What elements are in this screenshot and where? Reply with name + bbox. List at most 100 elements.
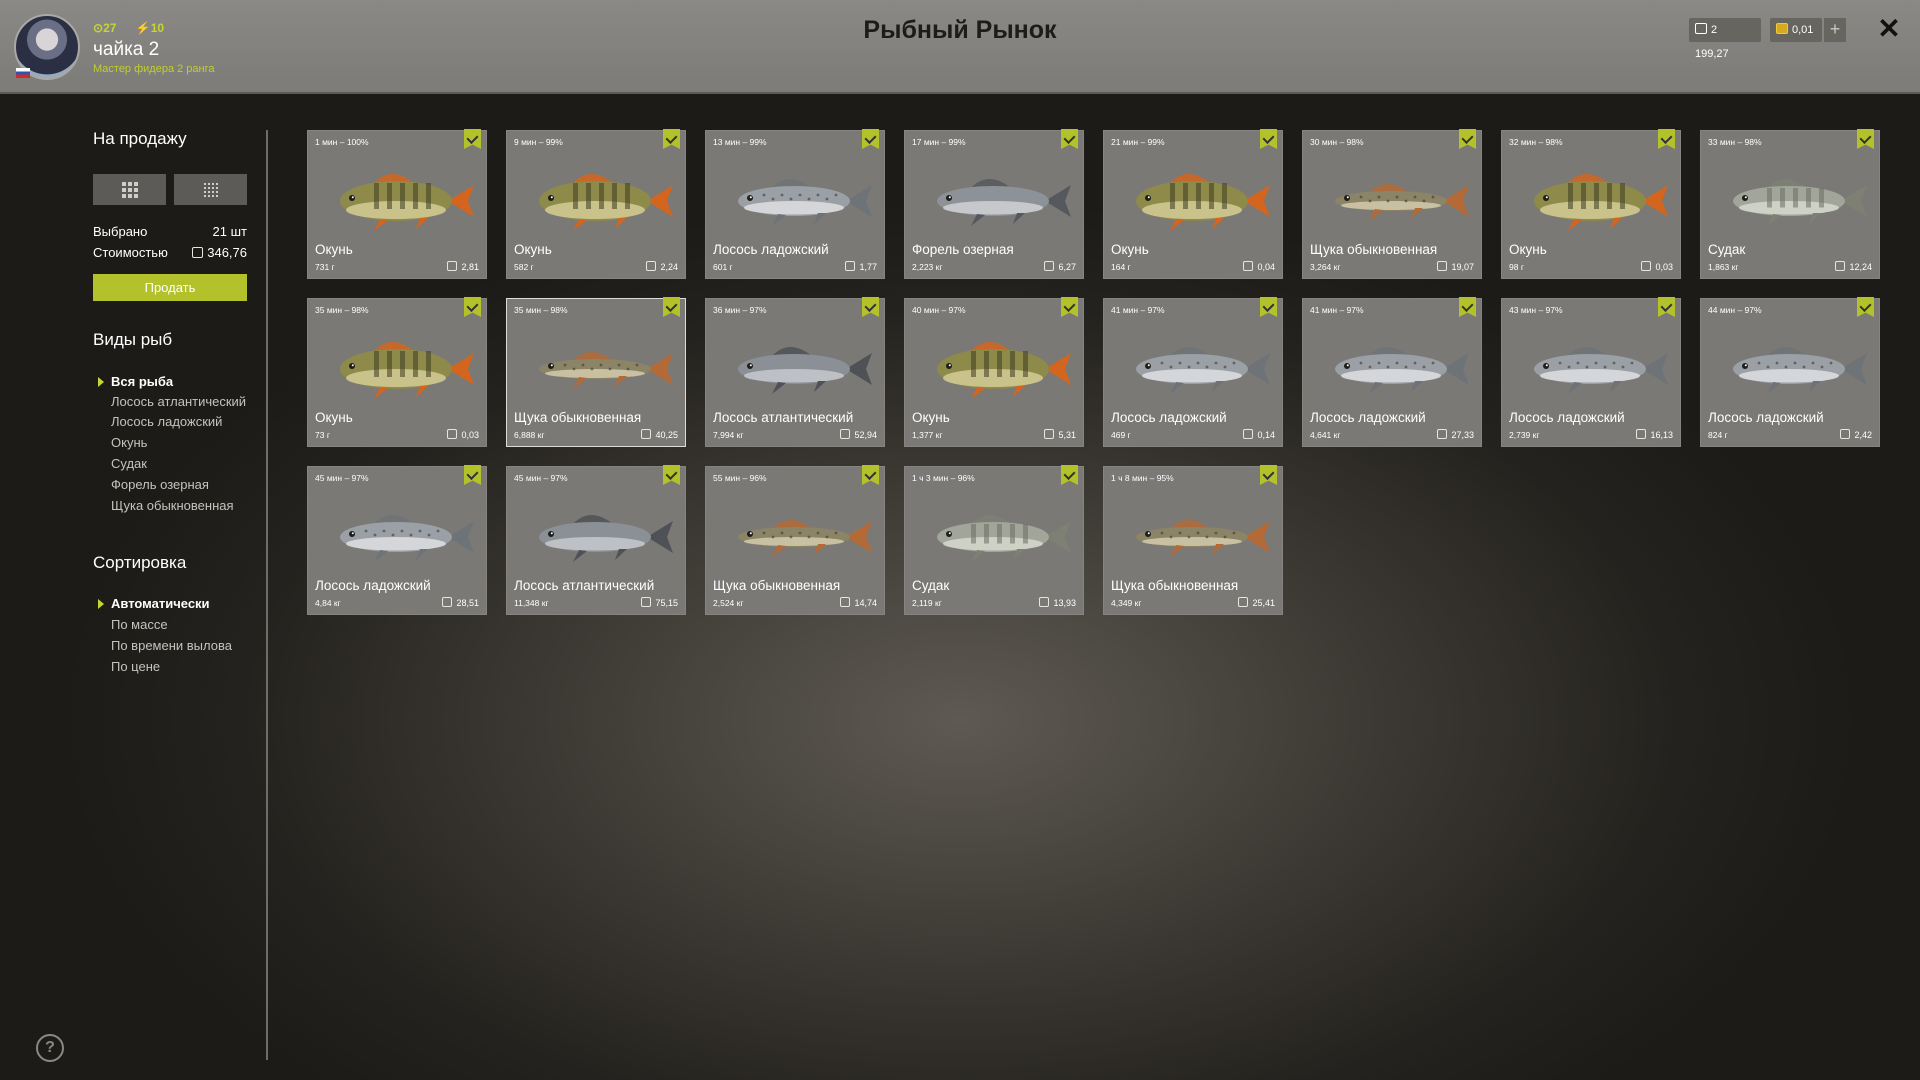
sort-option-catch-time[interactable]: По времени вылова — [111, 638, 232, 653]
selected-checkmark-icon[interactable] — [1658, 297, 1675, 317]
fish-weight: 2,739 кг — [1509, 430, 1540, 440]
fish-price-value: 5,31 — [1058, 430, 1076, 440]
selected-checkmark-icon[interactable] — [1857, 129, 1874, 149]
selected-checkmark-icon[interactable] — [464, 297, 481, 317]
selected-checkmark-icon[interactable] — [1260, 297, 1277, 317]
fish-price: 14,74 — [840, 597, 877, 608]
fish-card[interactable]: 45 мин – 97% Лосось ладожский 4,84 кг 28,51 — [307, 465, 487, 615]
fish-name: Щука обыкновенная — [1310, 242, 1438, 257]
fish-weight: 824 г — [1708, 430, 1728, 440]
fish-price-value: 2,81 — [461, 262, 479, 272]
fish-price: 2,42 — [1840, 429, 1872, 440]
fish-price: 12,24 — [1835, 261, 1872, 272]
fish-card[interactable]: 41 мин – 97% Лосось ладожский 4,641 кг 27,3… — [1302, 297, 1482, 447]
add-currency-button[interactable]: + — [1824, 18, 1846, 42]
selected-label: Выбрано — [93, 224, 148, 239]
selected-checkmark-icon[interactable] — [862, 297, 879, 317]
coin-icon — [840, 429, 851, 439]
species-filter-atlantic-salmon[interactable]: Лосось атлантический — [111, 395, 251, 408]
sort-option-auto[interactable]: Автоматически — [98, 596, 232, 611]
fish-card[interactable]: 17 мин – 99% Форель озерная 2,223 кг 6,27 — [904, 129, 1084, 279]
silver-coin-icon — [1695, 23, 1707, 34]
fish-card[interactable]: 35 мин – 98% Окунь 73 г 0,03 — [307, 297, 487, 447]
close-button[interactable]: ✕ — [1874, 14, 1904, 44]
selected-checkmark-icon[interactable] — [1459, 129, 1476, 149]
fish-card[interactable]: 13 мин – 99% Лосось ладожский 601 г 1,77 — [705, 129, 885, 279]
fish-price: 0,03 — [447, 429, 479, 440]
selected-checkmark-icon[interactable] — [862, 465, 879, 485]
coin-icon — [1641, 261, 1652, 271]
fish-name: Лосось ладожский — [1111, 410, 1227, 425]
small-grid-view-button[interactable] — [174, 174, 247, 205]
fish-card[interactable]: 32 мин – 98% Окунь 98 г 0,03 — [1501, 129, 1681, 279]
fish-card[interactable]: 36 мин – 97% Лосось атлантический 7,994 кг… — [705, 297, 885, 447]
fish-card[interactable]: 40 мин – 97% Окунь 1,377 кг 5,31 — [904, 297, 1084, 447]
selected-checkmark-icon[interactable] — [1061, 465, 1078, 485]
species-filter-list: Вся рыба Лосось атлантический Лосось лад… — [98, 374, 251, 519]
catch-time: 41 мин – 97% — [1310, 305, 1364, 315]
selected-checkmark-icon[interactable] — [1658, 129, 1675, 149]
species-filter-ladoga-salmon[interactable]: Лосось ладожский — [111, 414, 251, 429]
sell-button[interactable]: Продать — [93, 274, 247, 301]
fish-card[interactable]: 1 ч 3 мин – 96% Судак 2,119 кг 13,93 — [904, 465, 1084, 615]
fish-price: 27,33 — [1437, 429, 1474, 440]
fish-price: 1,77 — [845, 261, 877, 272]
species-filter-perch[interactable]: Окунь — [111, 435, 251, 450]
fish-weight: 11,348 кг — [514, 598, 549, 608]
selected-checkmark-icon[interactable] — [663, 297, 680, 317]
selected-checkmark-icon[interactable] — [1260, 465, 1277, 485]
fish-name: Лосось ладожский — [1509, 410, 1625, 425]
species-filter-zander[interactable]: Судак — [111, 456, 251, 471]
fish-price: 13,93 — [1039, 597, 1076, 608]
sort-option-mass[interactable]: По массе — [111, 617, 232, 632]
fish-image-salmon — [1335, 347, 1469, 394]
sort-option-price[interactable]: По цене — [111, 659, 232, 674]
selected-checkmark-icon[interactable] — [464, 465, 481, 485]
fish-card[interactable]: 55 мин – 96% Щука обыкновенная 2,524 кг 14,… — [705, 465, 885, 615]
selected-checkmark-icon[interactable] — [1061, 297, 1078, 317]
silver-balance: 2 199,27 — [1689, 18, 1761, 60]
fish-card[interactable]: 41 мин – 97% Лосось ладожский 469 г 0,14 — [1103, 297, 1283, 447]
fish-card[interactable]: 45 мин – 97% Лосось атлантический 11,348 к… — [506, 465, 686, 615]
fish-card[interactable]: 44 мин – 97% Лосось ладожский 824 г 2,42 — [1700, 297, 1880, 447]
fish-name: Лосось ладожский — [1708, 410, 1824, 425]
catch-time: 35 мин – 98% — [315, 305, 369, 315]
species-filter-all[interactable]: Вся рыба — [98, 374, 251, 389]
fish-card[interactable]: 21 мин – 99% Окунь 164 г 0,04 — [1103, 129, 1283, 279]
species-filter-lake-trout[interactable]: Форель озерная — [111, 477, 251, 492]
fish-name: Окунь — [514, 242, 552, 257]
selected-checkmark-icon[interactable] — [1459, 297, 1476, 317]
fish-card[interactable]: 1 ч 8 мин – 95% Щука обыкновенная 4,349 кг… — [1103, 465, 1283, 615]
fish-price: 52,94 — [840, 429, 877, 440]
fish-card[interactable]: 43 мин – 97% Лосось ладожский 2,739 кг 16,1… — [1501, 297, 1681, 447]
selected-checkmark-icon[interactable] — [862, 129, 879, 149]
coin-icon — [1636, 429, 1647, 439]
help-icon[interactable]: ? — [36, 1034, 64, 1062]
catch-time: 45 мин – 97% — [514, 473, 568, 483]
fish-weight: 2,524 кг — [713, 598, 744, 608]
selected-checkmark-icon[interactable] — [464, 129, 481, 149]
fish-card[interactable]: 9 мин – 99% Окунь 582 г 2,24 — [506, 129, 686, 279]
fish-weight: 98 г — [1509, 262, 1524, 272]
large-grid-view-button[interactable] — [93, 174, 166, 205]
fish-image-salmon — [738, 179, 872, 226]
catch-time: 41 мин – 97% — [1111, 305, 1165, 315]
selected-checkmark-icon[interactable] — [1260, 129, 1277, 149]
fish-name: Щука обыкновенная — [1111, 578, 1239, 593]
selected-checkmark-icon[interactable] — [663, 129, 680, 149]
fish-card[interactable]: 30 мин – 98% Щука обыкновенная 3,264 кг 19,… — [1302, 129, 1482, 279]
selected-checkmark-icon[interactable] — [663, 465, 680, 485]
gold-balance: 0,01 — [1770, 18, 1822, 42]
selected-checkmark-icon[interactable] — [1857, 297, 1874, 317]
selected-checkmark-icon[interactable] — [1061, 129, 1078, 149]
fish-card[interactable]: 33 мин – 98% Судак 1,863 кг 12,24 — [1700, 129, 1880, 279]
fish-card[interactable]: 1 мин – 100% Окунь 731 г 2,81 — [307, 129, 487, 279]
fish-price: 0,14 — [1243, 429, 1275, 440]
fish-card[interactable]: 35 мин – 98% Щука обыкновенная 6,888 кг 40,… — [506, 297, 686, 447]
fish-price-value: 13,93 — [1053, 598, 1076, 608]
cost-label: Стоимостью — [93, 245, 168, 260]
fish-price-value: 0,03 — [461, 430, 479, 440]
species-filter-pike[interactable]: Щука обыкновенная — [111, 498, 251, 513]
fish-image-atlantic — [738, 347, 872, 394]
selected-count: 21 шт — [212, 224, 247, 239]
